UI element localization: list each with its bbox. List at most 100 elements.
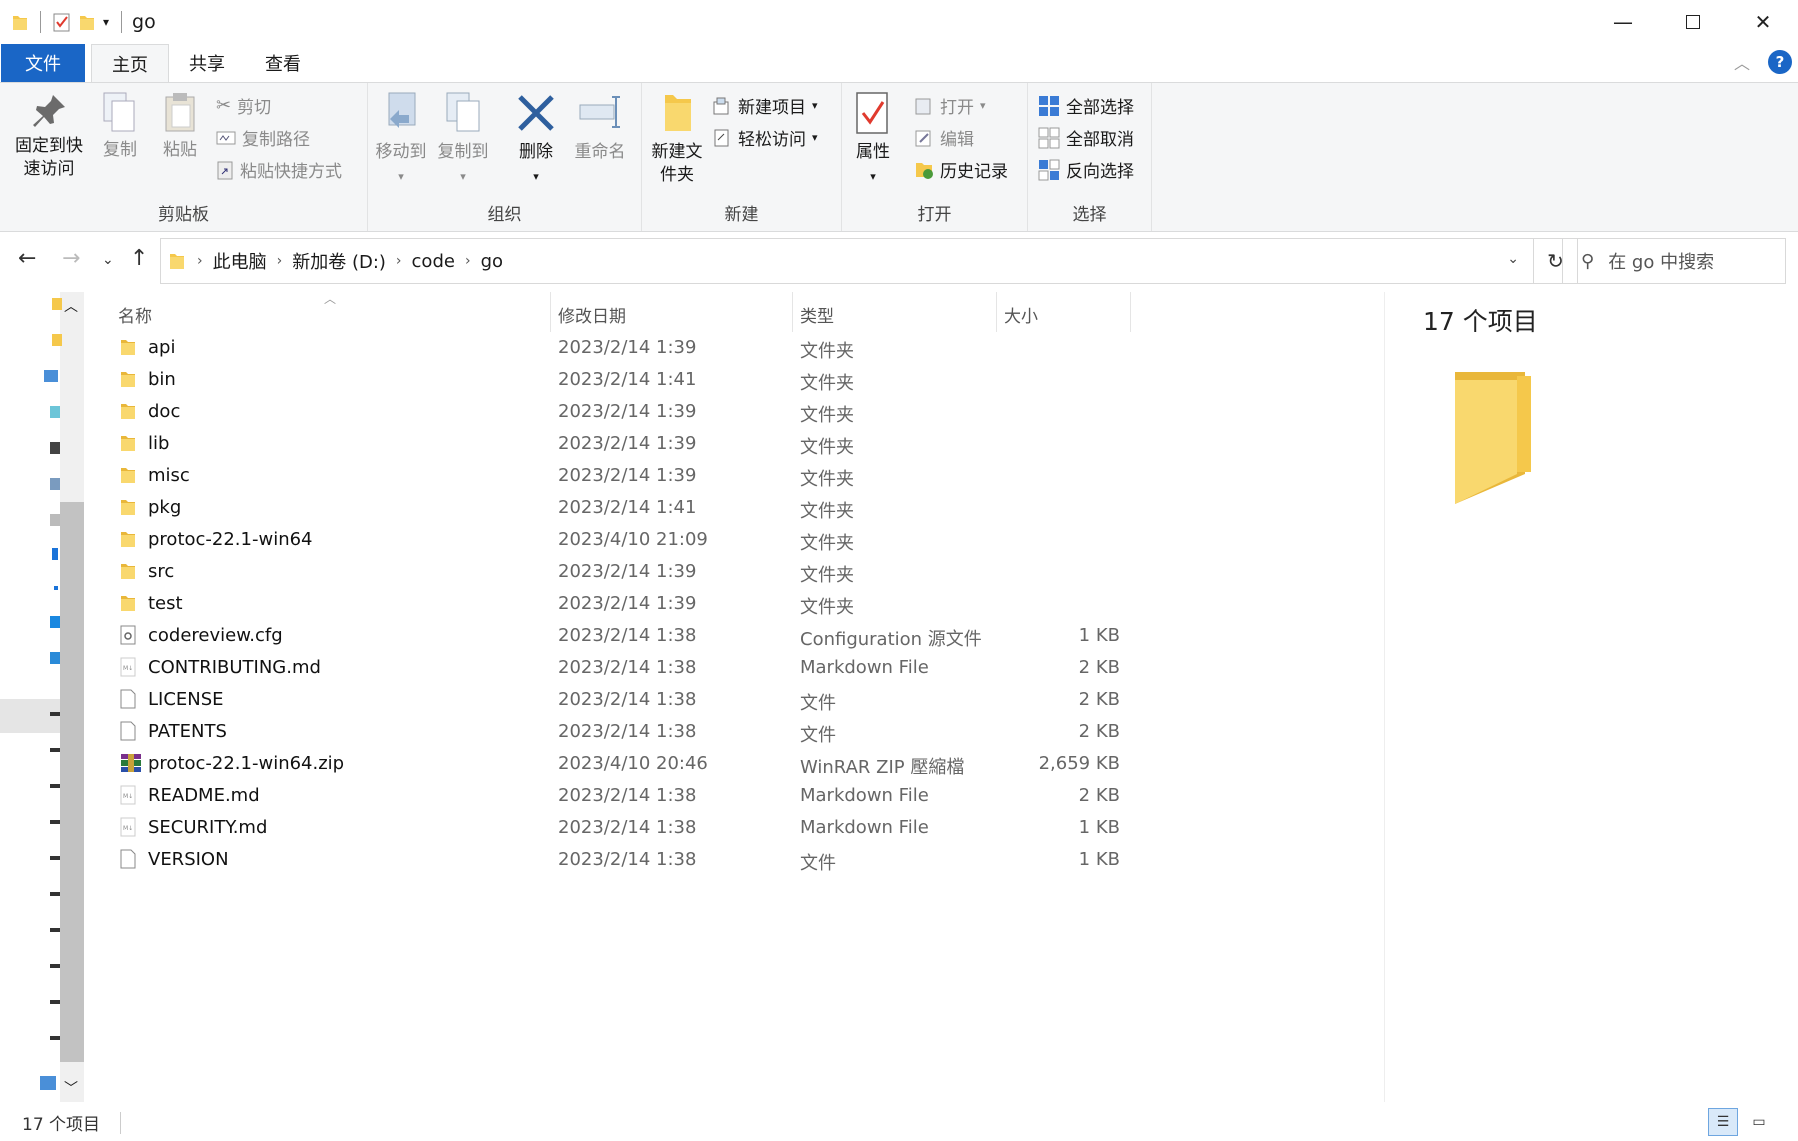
back-arrow-icon[interactable]: ← (18, 246, 36, 271)
new-folder-icon[interactable] (79, 13, 95, 31)
file-row[interactable]: protoc-22.1-win64 2023/4/10 21:09 文件夹 (100, 524, 1380, 556)
documents-icon[interactable] (50, 514, 60, 526)
nav-scrollbar-thumb[interactable] (60, 502, 84, 1062)
cut-button[interactable]: ✂ 剪切 (216, 93, 271, 118)
file-name[interactable]: pkg (148, 497, 181, 518)
file-name[interactable]: PATENTS (148, 721, 227, 742)
delete-button[interactable]: 删除 ▾ (514, 91, 558, 188)
breadcrumb-go[interactable]: go (481, 251, 503, 272)
scroll-down-icon[interactable]: ﹀ (64, 1078, 78, 1098)
chevron-right-icon[interactable]: › (465, 253, 471, 269)
nav-selected-item[interactable] (0, 699, 60, 733)
address-bar[interactable]: › 此电脑 › 新加卷 (D:) › code › go ⌄ (160, 238, 1534, 284)
properties-button[interactable]: 属性 ▾ (846, 91, 900, 188)
videos-icon[interactable] (50, 442, 60, 454)
new-item-button[interactable]: 新建项目 ▾ (712, 93, 818, 118)
music-icon[interactable] (54, 586, 58, 590)
file-name[interactable]: doc (148, 401, 180, 422)
this-pc-icon[interactable] (44, 370, 58, 382)
file-row[interactable]: M↓ CONTRIBUTING.md 2023/2/14 1:38 Markdown … (100, 652, 1380, 684)
file-row[interactable]: protoc-22.1-win64.zip 2023/4/10 20:46 WinR… (100, 748, 1380, 780)
file-row[interactable]: lib 2023/2/14 1:39 文件夹 (100, 428, 1380, 460)
downloads-icon[interactable] (52, 548, 58, 560)
tab-home[interactable]: 主页 (91, 44, 169, 82)
file-row[interactable]: api 2023/2/14 1:39 文件夹 (100, 332, 1380, 364)
drive-icon[interactable] (50, 784, 60, 788)
details-view-button[interactable]: ☰ (1708, 1108, 1738, 1136)
column-date[interactable]: 修改日期 (558, 302, 626, 327)
file-name[interactable]: lib (148, 433, 169, 454)
drive-icon[interactable] (50, 856, 60, 860)
address-dropdown-icon[interactable]: ⌄ (1507, 251, 1519, 267)
scroll-up-icon[interactable]: ︿ (64, 296, 78, 316)
open-button[interactable]: 打开 ▾ (914, 93, 986, 118)
drive-icon[interactable] (50, 928, 60, 932)
move-to-button[interactable]: 移动到 ▾ (372, 91, 430, 188)
drive-icon[interactable] (50, 1036, 60, 1040)
file-name[interactable]: misc (148, 465, 190, 486)
file-name[interactable]: LICENSE (148, 689, 224, 710)
large-icons-view-button[interactable]: ▭ (1744, 1108, 1774, 1136)
3d-objects-icon[interactable] (50, 406, 60, 418)
file-row[interactable]: pkg 2023/2/14 1:41 文件夹 (100, 492, 1380, 524)
rename-button[interactable]: 重命名 (570, 91, 630, 164)
file-name[interactable]: VERSION (148, 849, 229, 870)
collapse-ribbon-icon[interactable]: ︿ (1734, 50, 1750, 74)
file-row[interactable]: PATENTS 2023/2/14 1:38 文件 2 KB (100, 716, 1380, 748)
tab-share[interactable]: 共享 (169, 44, 245, 82)
search-input[interactable]: ⚲ 在 go 中搜索 (1562, 238, 1786, 284)
breadcrumb-drive-d[interactable]: 新加卷 (D:) (292, 248, 386, 274)
chevron-right-icon[interactable]: › (197, 253, 203, 269)
file-row[interactable]: M↓ README.md 2023/2/14 1:38 Markdown File 2 … (100, 780, 1380, 812)
pin-quick-access-button[interactable]: 固定到快速访问 (8, 91, 90, 181)
breadcrumb-this-pc[interactable]: 此电脑 (213, 248, 267, 274)
file-name[interactable]: CONTRIBUTING.md (148, 657, 321, 678)
column-name[interactable]: 名称 (118, 302, 152, 327)
breadcrumb-code[interactable]: code (412, 251, 455, 272)
file-row[interactable]: misc 2023/2/14 1:39 文件夹 (100, 460, 1380, 492)
paste-button[interactable]: 粘贴 (156, 91, 204, 162)
paste-shortcut-button[interactable]: 粘贴快捷方式 (216, 157, 342, 182)
chevron-right-icon[interactable]: › (277, 253, 283, 269)
help-icon[interactable]: ? (1768, 50, 1792, 74)
properties-icon[interactable] (53, 12, 71, 32)
drive-icon[interactable] (50, 964, 60, 968)
up-arrow-icon[interactable]: ↑ (130, 246, 148, 271)
column-size[interactable]: 大小 (1004, 302, 1038, 327)
copy-button[interactable]: 复制 (96, 91, 144, 162)
easy-access-button[interactable]: 轻松访问 ▾ (712, 125, 818, 150)
drive-icon[interactable] (50, 712, 60, 716)
select-none-button[interactable]: 全部取消 (1038, 125, 1134, 150)
pictures-icon[interactable] (50, 478, 60, 490)
tab-view[interactable]: 查看 (245, 44, 321, 82)
customize-dropdown-icon[interactable]: ▾ (103, 15, 109, 29)
copy-path-button[interactable]: 复制路径 (216, 125, 310, 150)
file-row[interactable]: bin 2023/2/14 1:41 文件夹 (100, 364, 1380, 396)
file-row[interactable]: doc 2023/2/14 1:39 文件夹 (100, 396, 1380, 428)
file-name[interactable]: protoc-22.1-win64.zip (148, 753, 344, 774)
recent-locations-dropdown-icon[interactable]: ⌄ (102, 252, 114, 268)
file-name[interactable]: test (148, 593, 183, 614)
folder-icon[interactable] (52, 334, 62, 346)
file-row[interactable]: M↓ SECURITY.md 2023/2/14 1:38 Markdown File… (100, 812, 1380, 844)
file-row[interactable]: LICENSE 2023/2/14 1:38 文件 2 KB (100, 684, 1380, 716)
column-type[interactable]: 类型 (800, 302, 834, 327)
file-row[interactable]: src 2023/2/14 1:39 文件夹 (100, 556, 1380, 588)
invert-selection-button[interactable]: 反向选择 (1038, 157, 1134, 182)
file-row[interactable]: codereview.cfg 2023/2/14 1:38 Configuratio… (100, 620, 1380, 652)
select-all-button[interactable]: 全部选择 (1038, 93, 1134, 118)
drive-icon[interactable] (50, 1000, 60, 1004)
maximize-button[interactable] (1658, 0, 1728, 44)
file-row[interactable]: VERSION 2023/2/14 1:38 文件 1 KB (100, 844, 1380, 876)
minimize-button[interactable]: — (1588, 0, 1658, 44)
edit-button[interactable]: 编辑 (914, 125, 974, 150)
forward-arrow-icon[interactable]: → (62, 246, 80, 271)
tab-file[interactable]: 文件 (1, 44, 85, 82)
file-name[interactable]: README.md (148, 785, 260, 806)
file-row[interactable]: test 2023/2/14 1:39 文件夹 (100, 588, 1380, 620)
file-name[interactable]: codereview.cfg (148, 625, 283, 646)
file-name[interactable]: src (148, 561, 174, 582)
new-folder-button[interactable]: 新建文件夹 (646, 91, 708, 187)
history-button[interactable]: 历史记录 (914, 157, 1008, 182)
drive-icon[interactable] (50, 748, 60, 752)
